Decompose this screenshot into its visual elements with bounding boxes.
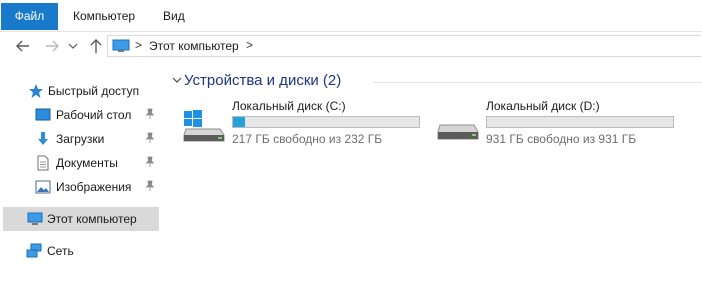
tab-view[interactable]: Вид: [163, 4, 185, 29]
pin-icon[interactable]: [145, 156, 155, 168]
drive-item-c[interactable]: Локальный диск (C:) 217 ГБ свободно из 2…: [182, 97, 432, 153]
sidebar-item-label: Изображения: [56, 180, 132, 194]
drive-name: Локальный диск (C:): [232, 99, 346, 113]
computer-icon: [27, 212, 43, 225]
tab-file[interactable]: Файл: [1, 3, 58, 30]
documents-icon: [37, 155, 49, 171]
up-button[interactable]: [86, 36, 106, 56]
drive-item-d[interactable]: Локальный диск (D:) 931 ГБ свободно из 9…: [436, 97, 686, 153]
sidebar-item-label: Рабочий стол: [56, 108, 132, 122]
sidebar-item-network[interactable]: Сеть: [0, 239, 160, 263]
system-drive-icon: [183, 110, 225, 142]
arrow-right-icon: [46, 40, 59, 52]
group-title: Устройства и диски (2): [184, 72, 342, 89]
navigation-pane: Быстрый доступ Рабочий стол Загрузки Док…: [0, 61, 160, 290]
chevron-down-icon[interactable]: [172, 75, 182, 85]
sidebar-item-quick-access[interactable]: Быстрый доступ: [0, 79, 160, 103]
back-button[interactable]: [13, 36, 33, 56]
star-icon: [29, 84, 43, 98]
pin-icon[interactable]: [145, 108, 155, 120]
breadcrumb-separator: >: [135, 38, 143, 52]
sidebar-item-this-pc[interactable]: Этот компьютер: [3, 207, 159, 231]
sidebar-item-label: Сеть: [47, 244, 74, 258]
navigation-bar: > Этот компьютер >: [0, 31, 702, 61]
sidebar-item-label: Загрузки: [56, 132, 105, 146]
group-header-devices[interactable]: Устройства и диски (2): [172, 72, 702, 92]
hard-drive-icon: [437, 124, 479, 140]
sidebar-item-documents[interactable]: Документы: [0, 151, 160, 175]
network-icon: [26, 243, 42, 258]
sidebar-item-label: Документы: [56, 156, 118, 170]
pin-icon[interactable]: [145, 132, 155, 144]
drive-usage-bar: [486, 116, 674, 128]
breadcrumb-separator-end[interactable]: >: [246, 38, 253, 52]
sidebar-item-label: Этот компьютер: [47, 212, 137, 226]
content-pane: Устройства и диски (2) Локальный диск (C…: [160, 61, 702, 290]
address-bar[interactable]: > Этот компьютер >: [107, 35, 701, 57]
pin-icon[interactable]: [145, 180, 155, 192]
download-icon: [38, 132, 48, 145]
drive-free-space: 931 ГБ свободно из 931 ГБ: [486, 132, 637, 146]
recent-locations-button[interactable]: [66, 36, 80, 56]
arrow-up-icon: [90, 39, 102, 53]
pictures-icon: [35, 180, 51, 194]
drive-name: Локальный диск (D:): [486, 99, 600, 113]
sidebar-item-pictures[interactable]: Изображения: [0, 175, 160, 199]
tab-computer[interactable]: Компьютер: [73, 4, 135, 29]
desktop-icon: [35, 108, 51, 121]
forward-button[interactable]: [42, 36, 62, 56]
breadcrumb-location[interactable]: Этот компьютер: [149, 39, 239, 53]
group-divider: [373, 82, 702, 83]
sidebar-item-desktop[interactable]: Рабочий стол: [0, 103, 160, 127]
chevron-down-icon: [68, 43, 78, 49]
computer-icon: [112, 39, 130, 52]
arrow-left-icon: [16, 40, 29, 52]
sidebar-item-label: Быстрый доступ: [48, 84, 140, 98]
drive-usage-fill: [233, 117, 246, 127]
drive-usage-bar: [232, 116, 420, 128]
sidebar-item-downloads[interactable]: Загрузки: [0, 127, 160, 151]
ribbon: Файл Компьютер Вид: [0, 0, 702, 32]
drive-free-space: 217 ГБ свободно из 232 ГБ: [232, 132, 383, 146]
